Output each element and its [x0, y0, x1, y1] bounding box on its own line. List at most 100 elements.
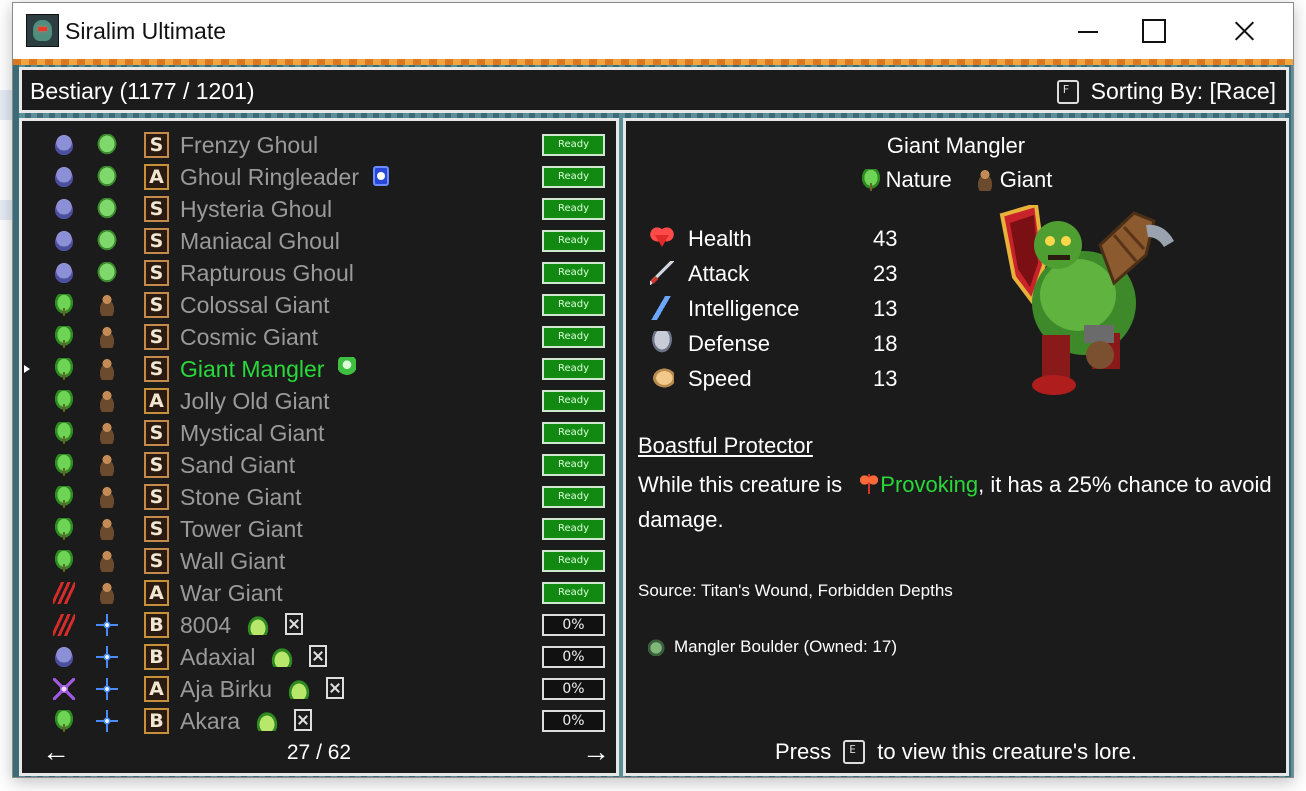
creature-row-name: Rapturous Ghoul [180, 260, 354, 286]
creature-row[interactable]: A Ghoul Ringleader Ready [22, 161, 616, 193]
slime-icon [269, 644, 296, 667]
creature-row[interactable]: S Cosmic Giant Ready [22, 321, 616, 353]
class-badge: B [144, 708, 169, 734]
creature-row[interactable]: A War Giant Ready [22, 577, 616, 609]
creature-row-name: Cosmic Giant [180, 324, 319, 350]
minimize-button[interactable] [1065, 3, 1111, 59]
class-badge: S [144, 324, 169, 350]
page-indicator: 27 / 62 [286, 741, 352, 764]
class-badge: B [144, 644, 169, 670]
creature-row-name: Mystical Giant [180, 420, 325, 446]
skull-icon [53, 134, 75, 156]
skull-icon [53, 262, 75, 284]
status-badge: Ready [542, 198, 605, 220]
creature-row[interactable]: S Hysteria Ghoul Ready [22, 193, 616, 225]
class-badge: S [144, 196, 169, 222]
leaf-icon [53, 710, 75, 732]
status-badge: Ready [542, 326, 605, 348]
creature-source: Source: Titan's Wound, Forbidden Depths [638, 581, 953, 600]
stat-value: 23 [873, 261, 898, 286]
class-badge: S [144, 548, 169, 574]
stats-list: Health 43 Attack 23 Intelligence 13 Defe… [650, 221, 910, 396]
status-badge: Ready [542, 454, 605, 476]
creature-row[interactable]: S Rapturous Ghoul Ready [22, 257, 616, 289]
status-badge: Ready [542, 486, 605, 508]
next-page-arrow-icon[interactable]: → [582, 738, 610, 766]
creature-row[interactable]: S Mystical Giant Ready [22, 417, 616, 449]
leaf-icon [53, 390, 75, 412]
trait-title: Boastful Protector [638, 433, 813, 458]
brain-icon [96, 166, 118, 188]
x-box-icon [285, 612, 304, 635]
skull-icon [53, 166, 75, 188]
creature-row-name: Sand Giant [180, 452, 296, 478]
provoking-link[interactable]: Provoking [880, 472, 978, 497]
bestiary-title: Bestiary (1177 / 1201) [30, 78, 255, 104]
brain-icon [96, 198, 118, 220]
giant-icon [96, 454, 118, 476]
lore-hint-text: to view this creature's lore. [877, 739, 1137, 764]
brain-icon [96, 230, 118, 252]
creature-row[interactable]: A Aja Birku 0% [22, 673, 616, 705]
game-viewport: Bestiary (1177 / 1201) F Sorting By: [Ra… [13, 59, 1293, 777]
giant-race-icon [973, 169, 996, 191]
creature-row[interactable]: S Giant Mangler Ready [22, 353, 616, 385]
creature-portrait [999, 205, 1174, 395]
status-badge: Ready [542, 294, 605, 316]
creature-row[interactable]: B Akara 0% [22, 705, 616, 737]
class-badge: S [144, 228, 169, 254]
status-badge: Ready [542, 166, 605, 188]
leaf-icon [53, 454, 75, 476]
creature-row[interactable]: S Maniacal Ghoul Ready [22, 225, 616, 257]
creature-row-name: War Giant [180, 580, 283, 606]
status-badge: 0% [542, 678, 605, 700]
leaf-icon [53, 486, 75, 508]
creature-types: Nature Giant [626, 167, 1286, 193]
creature-row[interactable]: B 8004 0% [22, 609, 616, 641]
creature-row-name: Colossal Giant [180, 292, 330, 318]
maximize-button[interactable] [1129, 3, 1175, 59]
spark-icon [96, 678, 118, 700]
list-pager: ← 27 / 62 → [22, 738, 616, 769]
status-badge: Ready [542, 230, 605, 252]
creature-row[interactable]: S Tower Giant Ready [22, 513, 616, 545]
creature-row[interactable]: A Jolly Old Giant Ready [22, 385, 616, 417]
spark-icon [96, 710, 118, 732]
leaf-icon [53, 422, 75, 444]
stat-value: 13 [873, 366, 898, 391]
creature-row-name: Ghoul Ringleader [180, 164, 390, 191]
f-key-icon: F [1056, 79, 1079, 104]
status-badge: Ready [542, 134, 605, 156]
creature-row[interactable]: S Colossal Giant Ready [22, 289, 616, 321]
sort-control[interactable]: F Sorting By: [Race] [1056, 78, 1276, 105]
ghost-card-icon [373, 165, 390, 186]
status-badge: Ready [542, 550, 605, 572]
leaf-icon [53, 294, 75, 316]
lightning-icon [650, 296, 674, 320]
creature-row[interactable]: S Stone Giant Ready [22, 481, 616, 513]
class-badge: B [144, 612, 169, 638]
creature-row[interactable]: S Wall Giant Ready [22, 545, 616, 577]
x-box-icon [326, 676, 345, 699]
stat-label: Intelligence [688, 296, 800, 321]
giant-icon [96, 550, 118, 572]
heart-icon [650, 226, 674, 250]
creature-row[interactable]: B Adaxial 0% [22, 641, 616, 673]
creature-row-name: Frenzy Ghoul [180, 132, 319, 158]
spark-icon [96, 614, 118, 636]
app-window: Siralim Ultimate Bestiary (1177 / 1201) … [12, 2, 1294, 778]
close-button[interactable] [1221, 3, 1267, 59]
creature-list: S Frenzy Ghoul Ready A Ghoul Ringleader Ready… [22, 129, 616, 737]
creature-row-name: Hysteria Ghoul [180, 196, 333, 222]
creature-row[interactable]: S Frenzy Ghoul Ready [22, 129, 616, 161]
creature-row-name: Jolly Old Giant [180, 388, 330, 414]
class-badge: A [144, 164, 169, 190]
status-badge: Ready [542, 262, 605, 284]
giant-icon [96, 582, 118, 604]
stat-row: Attack 23 [650, 256, 910, 291]
creature-row[interactable]: S Sand Giant Ready [22, 449, 616, 481]
brain-icon [96, 134, 118, 156]
status-badge: 0% [542, 614, 605, 636]
title-bar[interactable]: Siralim Ultimate [13, 3, 1293, 59]
slime-icon [286, 676, 313, 699]
